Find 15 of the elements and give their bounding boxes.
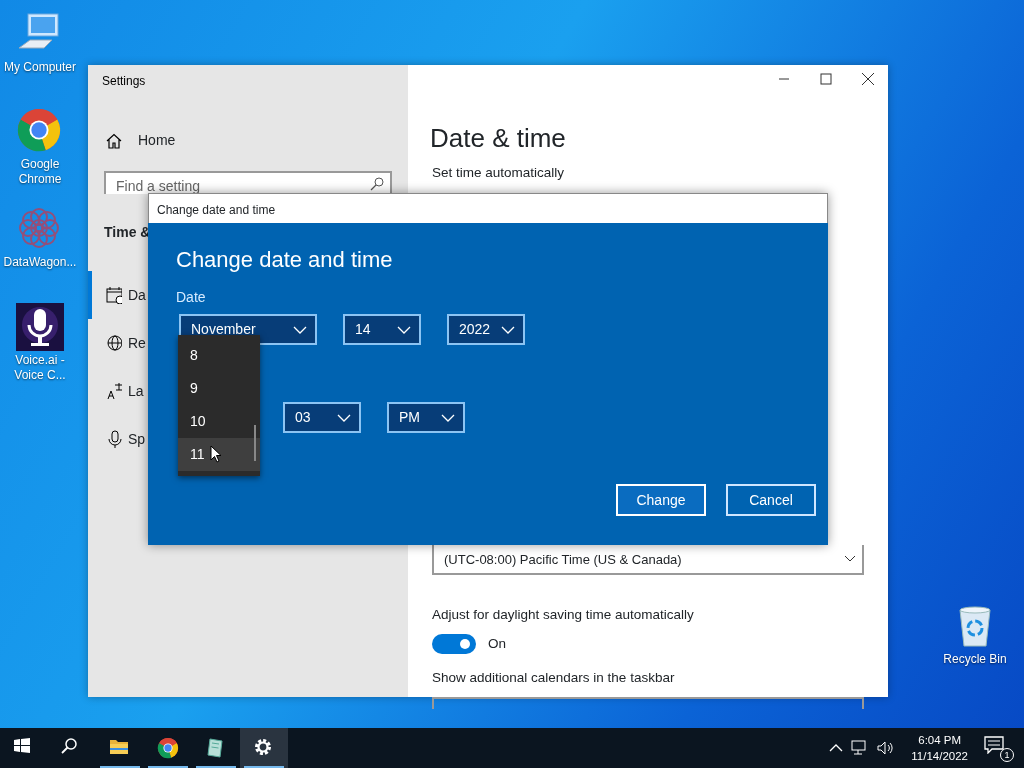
page-heading: Date & time [430, 123, 567, 153]
setting-label: Adjust for daylight saving time automatically [432, 606, 695, 625]
notification-count: 1 [1000, 748, 1014, 762]
setting-label: Show additional calendars in the taskbar [432, 668, 676, 687]
dialog-title: Change date and time [148, 193, 828, 223]
toggle-state: On [488, 634, 506, 653]
window-title: Settings [102, 73, 147, 90]
setting-label: Set time automatically [432, 164, 566, 182]
icon-label: DataWagon... [3, 255, 77, 270]
icon-label: Voice.ai - Voice C... [13, 353, 67, 383]
dialog-heading: Change date and time [176, 246, 394, 274]
icon-label: My Computer [4, 60, 76, 75]
icon-label: Google Chrome [17, 157, 63, 187]
icon-label: Recycle Bin [943, 652, 1007, 667]
field-label: Date [176, 288, 207, 307]
